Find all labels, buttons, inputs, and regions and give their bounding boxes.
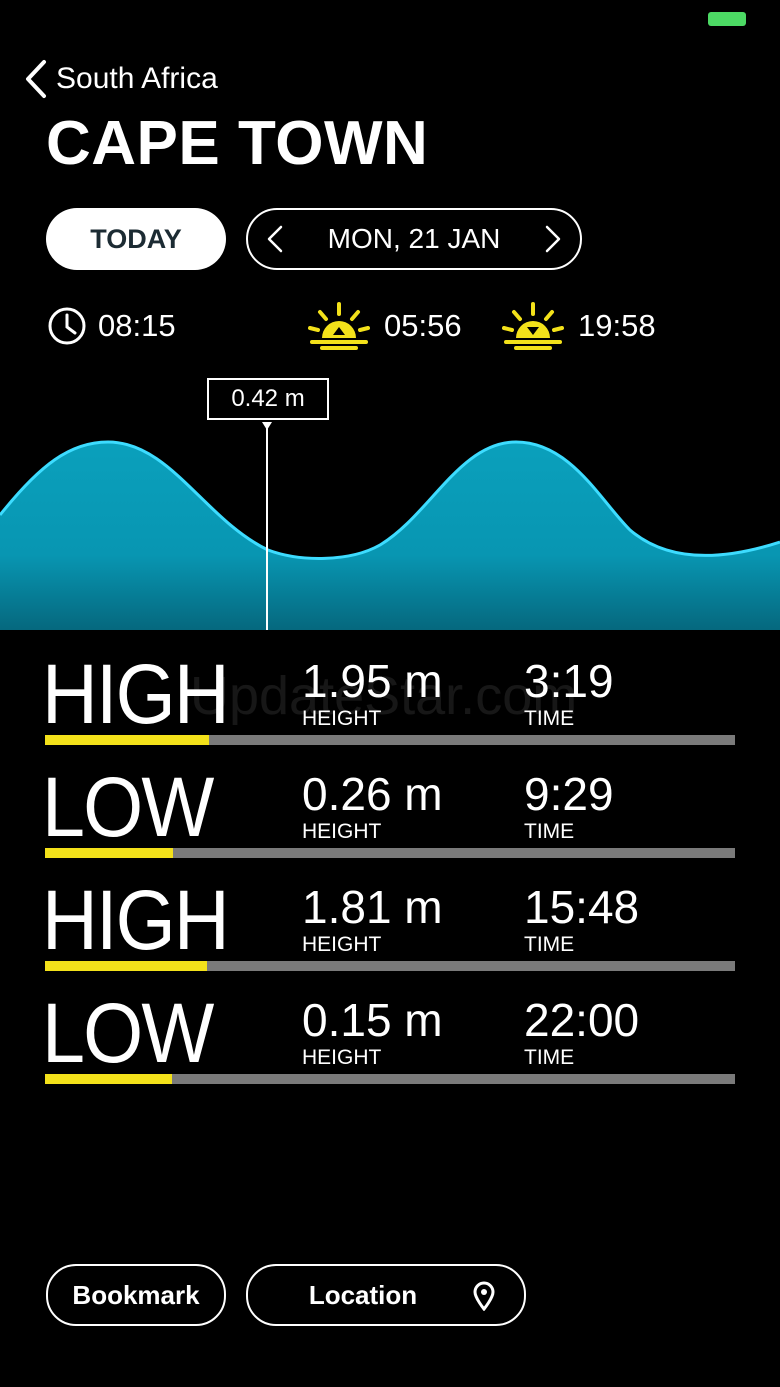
chevron-left-icon: [267, 225, 283, 253]
tide-chart: [0, 422, 780, 630]
tide-marker-label: 0.42 m: [207, 378, 329, 420]
battery-icon: [708, 12, 746, 26]
location-button[interactable]: Location: [246, 1264, 526, 1326]
tide-row[interactable]: LOW 0.26 m HEIGHT 9:29 TIME: [0, 743, 780, 858]
bookmark-label: Bookmark: [72, 1279, 200, 1310]
tide-level-fill: [45, 1074, 172, 1084]
tide-height-caption: HEIGHT: [302, 1046, 382, 1069]
tide-height-caption: HEIGHT: [302, 933, 382, 956]
current-time-value: 08:15: [98, 308, 176, 343]
clock-icon: [48, 307, 86, 345]
marker-pointer: [262, 422, 272, 430]
tide-type: LOW: [42, 760, 214, 854]
tide-time: 22:00: [524, 994, 640, 1046]
tide-height: 0.15 m: [302, 994, 443, 1046]
today-button[interactable]: TODAY: [46, 208, 226, 270]
previous-day-button[interactable]: [248, 210, 302, 268]
location-label: Location: [308, 1279, 418, 1310]
tide-height-caption: HEIGHT: [302, 707, 382, 730]
chevron-left-icon: [26, 60, 46, 98]
tide-height-caption: HEIGHT: [302, 820, 382, 843]
tide-row[interactable]: LOW 0.15 m HEIGHT 22:00 TIME: [0, 969, 780, 1084]
sunrise-icon: [308, 302, 370, 350]
sunset-icon: [502, 302, 564, 350]
date-picker: MON, 21 JAN: [246, 208, 582, 270]
current-time: 08:15: [46, 302, 176, 350]
sunset: 19:58: [500, 302, 656, 350]
tide-type: HIGH: [42, 873, 230, 967]
tide-type: LOW: [42, 986, 214, 1080]
bookmark-button[interactable]: Bookmark: [46, 1264, 226, 1326]
tide-row[interactable]: HIGH 1.95 m HEIGHT 3:19 TIME: [0, 630, 780, 745]
tide-time: 9:29: [524, 768, 614, 820]
tide-time: 3:19: [524, 655, 614, 707]
tide-height: 0.26 m: [302, 768, 443, 820]
tide-height: 1.95 m: [302, 655, 443, 707]
tide-time: 15:48: [524, 881, 640, 933]
tide-time-caption: TIME: [524, 707, 575, 730]
tide-row[interactable]: HIGH 1.81 m HEIGHT 15:48 TIME: [0, 856, 780, 971]
sunset-value: 19:58: [578, 308, 656, 343]
page-title: CAPE TOWN: [46, 109, 429, 178]
tide-level-bar: [45, 1074, 735, 1084]
tide-height: 1.81 m: [302, 881, 443, 933]
date-label: MON, 21 JAN: [327, 223, 501, 254]
tide-time-caption: TIME: [524, 820, 575, 843]
back-button[interactable]: South Africa: [24, 56, 218, 102]
tide-type: HIGH: [42, 647, 230, 741]
sunrise-value: 05:56: [384, 308, 462, 343]
location-pin-icon: [473, 1281, 495, 1311]
tide-time-caption: TIME: [524, 1046, 575, 1069]
tide-wave-area: [0, 442, 780, 630]
sunrise: 05:56: [306, 302, 462, 350]
tide-time-caption: TIME: [524, 933, 575, 956]
chevron-right-icon: [545, 225, 561, 253]
back-label: South Africa: [56, 62, 218, 95]
next-day-button[interactable]: [526, 210, 580, 268]
